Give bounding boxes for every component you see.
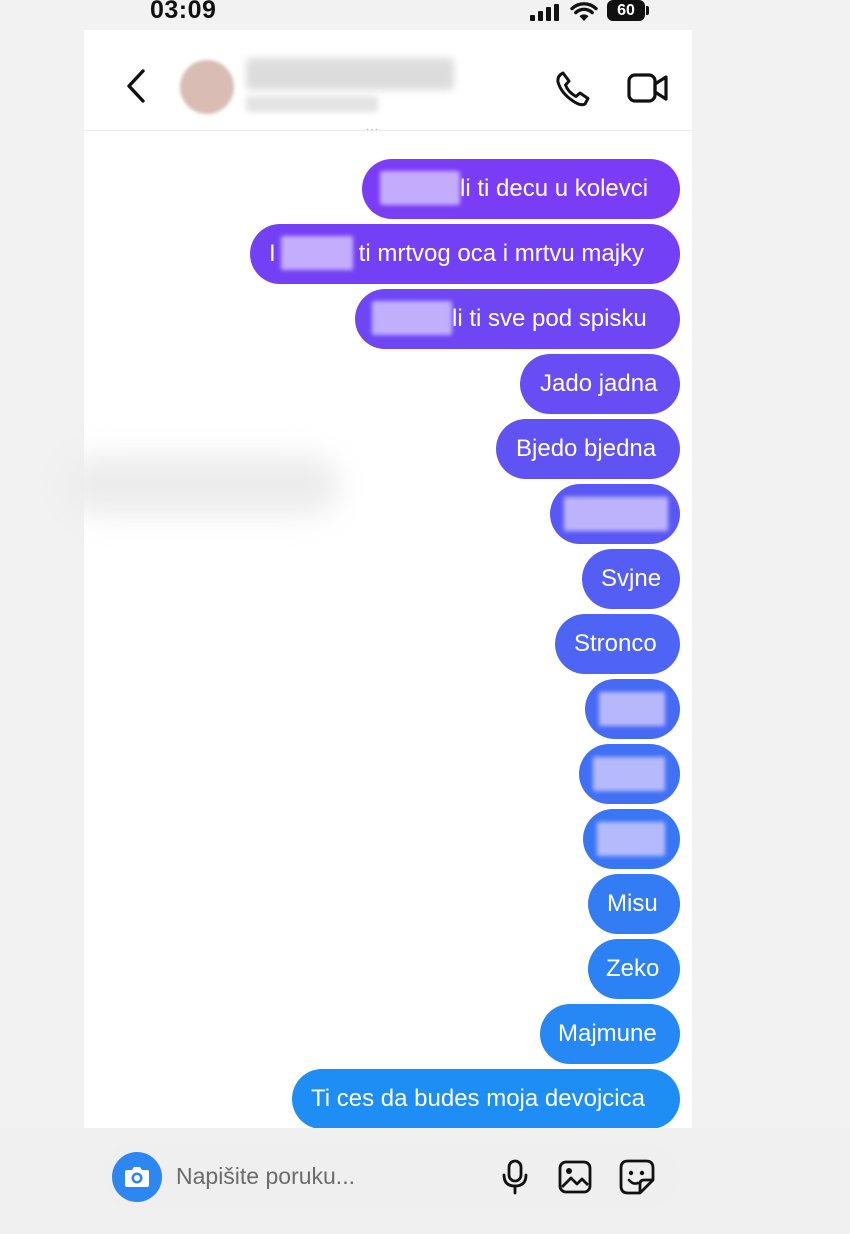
message-text: li ti decu u kolevci [460,175,649,202]
message-bubble[interactable]: Misu [588,874,680,934]
message-bubble[interactable]: Majmune [540,1004,680,1064]
message-bubble[interactable]: Iti mrtvog oca i mrtvu majky [250,224,680,284]
message-prefix: I [269,240,276,267]
microphone-icon[interactable] [501,1159,529,1195]
sticker-icon[interactable] [618,1158,656,1196]
redacted-text [564,496,668,531]
message-text: Stronco [574,630,657,657]
video-camera-icon[interactable] [627,72,669,104]
chevron-left-icon[interactable] [124,68,148,104]
message-list: li ti decu u kolevci Iti mrtvog oca i mr… [64,130,692,1134]
avatar[interactable] [180,60,234,114]
redacted-text [372,300,452,335]
status-bar: 03:09 60 [0,0,850,30]
signal-icon [530,4,559,21]
chat-header: ··· [84,30,692,135]
message-text: ti mrtvog oca i mrtvu majky [358,240,645,267]
battery-indicator: 60 [607,0,649,22]
message-composer[interactable]: Napišite poruku... [103,1143,679,1209]
message-bubble[interactable]: Svjne [582,549,680,609]
phone-icon[interactable] [554,70,592,108]
message-text: Zeko [606,955,660,982]
message-bubble[interactable]: Ti ces da budes moja devojcica [292,1069,680,1129]
redacted-text [380,170,460,205]
chat-screen: ··· li ti decu u kolevci Iti mrtvog oca … [64,30,692,1234]
contact-subtitle-redacted [246,96,378,112]
message-input[interactable]: Napišite poruku... [176,1143,355,1209]
message-bubble[interactable]: li ti decu u kolevci [362,159,680,219]
camera-button[interactable] [112,1152,162,1202]
redacted-text [280,235,353,270]
battery-level: 60 [617,2,635,19]
message-bubble[interactable]: Stronco [555,614,680,674]
redacted-text [597,821,665,856]
message-bubble[interactable]: Jado jadna [520,354,680,414]
message-text: li ti sve pod spisku [452,305,647,332]
image-icon[interactable] [557,1159,593,1195]
redacted-text [599,691,665,726]
redacted-text [593,756,665,791]
status-time: 03:09 [150,0,217,24]
message-bubble[interactable] [550,484,680,544]
message-bubble[interactable]: Zeko [588,939,680,999]
message-bubble[interactable]: li ti sve pod spisku [355,289,680,349]
message-text: Jado jadna [540,370,658,397]
message-bubble[interactable] [583,809,680,869]
message-bubble[interactable] [585,679,680,739]
message-text: Svjne [601,565,662,592]
blurred-received-message [64,455,339,515]
message-text: Ti ces da budes moja devojcica [311,1085,645,1112]
contact-name-redacted[interactable] [246,58,454,90]
message-bubble[interactable]: Bjedo bjedna [496,419,680,479]
message-text: Majmune [558,1020,657,1047]
camera-icon [125,1167,149,1187]
message-bubble[interactable] [579,744,680,804]
message-text: Bjedo bjedna [516,435,657,462]
message-text: Misu [607,890,658,917]
wifi-icon [570,2,598,21]
